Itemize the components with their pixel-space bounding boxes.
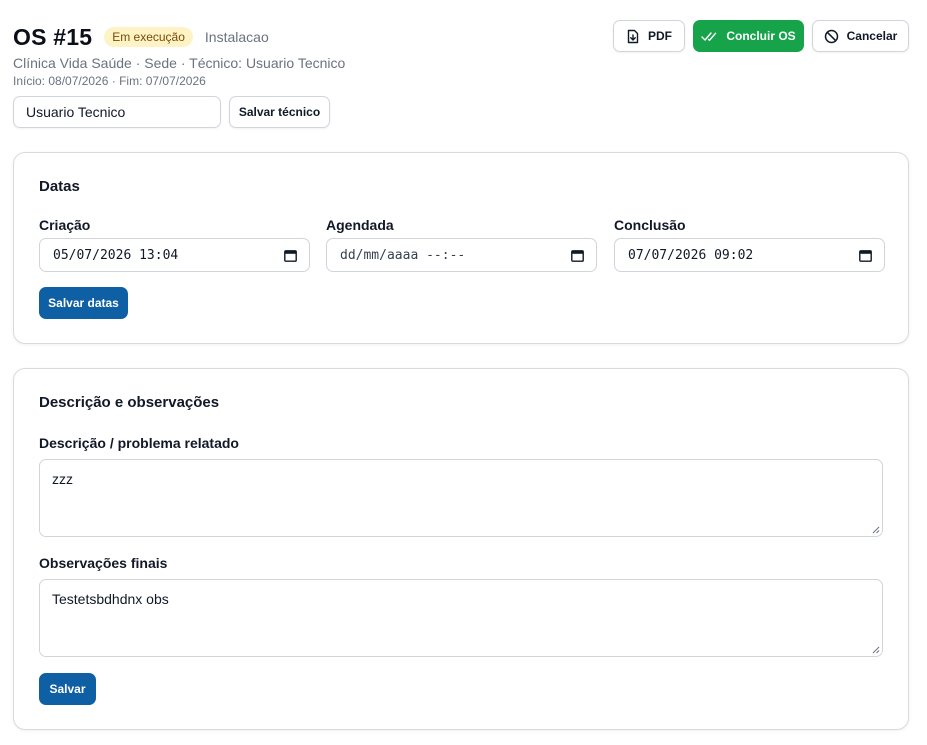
dates-card: Datas Criação 05/07/2026 13:04 Agendada … bbox=[13, 152, 909, 344]
save-button[interactable]: Salvar bbox=[39, 673, 96, 705]
notes-textarea[interactable]: Testetsbdhdnx obs bbox=[39, 579, 883, 657]
calendar-icon[interactable] bbox=[859, 249, 872, 262]
concluir-os-label: Concluir OS bbox=[726, 29, 796, 43]
description-card: Descrição e observações Descrição / prob… bbox=[13, 368, 909, 730]
creation-date-label: Criação bbox=[39, 217, 91, 233]
double-check-icon bbox=[701, 31, 717, 41]
file-download-icon bbox=[627, 29, 639, 43]
dates-card-title: Datas bbox=[39, 178, 80, 195]
status-badge: Em execução bbox=[104, 27, 193, 47]
service-type-label: Instalacao bbox=[204, 29, 269, 45]
creation-date-input[interactable]: 05/07/2026 13:04 bbox=[39, 238, 310, 272]
resize-handle-icon[interactable] bbox=[872, 526, 880, 534]
notes-label: Observações finais bbox=[39, 555, 168, 571]
technician-input[interactable] bbox=[13, 96, 221, 128]
description-card-title: Descrição e observações bbox=[39, 394, 220, 411]
save-dates-button[interactable]: Salvar datas bbox=[39, 287, 128, 319]
page-header: OS #15 Em execução Instalacao Clínica Vi… bbox=[13, 20, 909, 88]
calendar-icon[interactable] bbox=[571, 249, 584, 262]
description-value: zzz bbox=[52, 471, 73, 487]
creation-date-value: 05/07/2026 13:04 bbox=[53, 247, 179, 263]
completion-date-label: Conclusão bbox=[614, 217, 686, 233]
calendar-icon[interactable] bbox=[284, 249, 297, 262]
technician-row: Salvar técnico bbox=[13, 96, 330, 128]
description-label: Descrição / problema relatado bbox=[39, 435, 239, 451]
scheduled-date-label: Agendada bbox=[326, 217, 394, 233]
completion-date-input[interactable]: 07/07/2026 09:02 bbox=[614, 238, 885, 272]
page-title: OS #15 bbox=[13, 23, 93, 50]
description-textarea[interactable]: zzz bbox=[39, 459, 883, 537]
resize-handle-icon[interactable] bbox=[872, 646, 880, 654]
cancelar-label: Cancelar bbox=[846, 29, 898, 43]
header-actions: PDF Concluir OS Cancelar bbox=[613, 20, 909, 52]
completion-date-value: 07/07/2026 09:02 bbox=[628, 247, 754, 263]
concluir-os-button[interactable]: Concluir OS bbox=[693, 20, 804, 52]
save-technician-button[interactable]: Salvar técnico bbox=[229, 96, 330, 128]
pdf-button-label: PDF bbox=[648, 29, 672, 43]
ban-icon bbox=[824, 29, 838, 43]
scheduled-date-value: dd/mm/aaaa --:-- bbox=[340, 247, 466, 263]
dates-summary: Início: 08/07/2026 · Fim: 07/07/2026 bbox=[13, 74, 206, 88]
client-subtitle: Clínica Vida Saúde · Sede · Técnico: Usu… bbox=[13, 55, 346, 71]
cancelar-button[interactable]: Cancelar bbox=[812, 20, 909, 52]
scheduled-date-input[interactable]: dd/mm/aaaa --:-- bbox=[326, 238, 597, 272]
pdf-button[interactable]: PDF bbox=[613, 20, 685, 52]
notes-value: Testetsbdhdnx obs bbox=[52, 591, 169, 607]
